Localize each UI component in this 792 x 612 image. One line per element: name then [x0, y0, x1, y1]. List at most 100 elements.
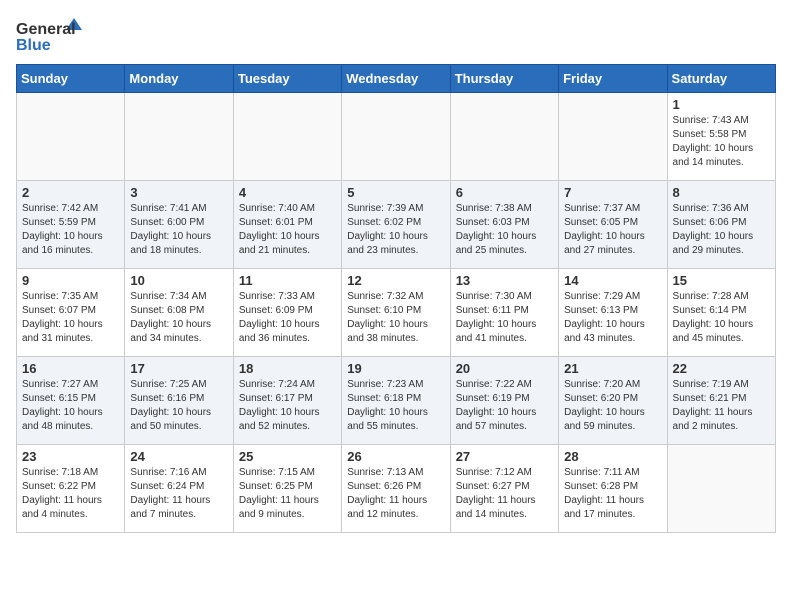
day-number: 26: [347, 449, 444, 464]
day-info: Sunrise: 7:36 AM Sunset: 6:06 PM Dayligh…: [673, 202, 770, 258]
day-number: 27: [456, 449, 553, 464]
svg-text:General: General: [16, 21, 76, 38]
day-info: Sunrise: 7:25 AM Sunset: 6:16 PM Dayligh…: [130, 378, 227, 434]
calendar-header-row: SundayMondayTuesdayWednesdayThursdayFrid…: [17, 65, 776, 93]
day-info: Sunrise: 7:32 AM Sunset: 6:10 PM Dayligh…: [347, 290, 444, 346]
calendar-cell: 6 Sunrise: 7:38 AM Sunset: 6:03 PM Daylig…: [450, 181, 558, 269]
day-number: 6: [456, 185, 553, 200]
calendar-cell: 9 Sunrise: 7:35 AM Sunset: 6:07 PM Daylig…: [17, 269, 125, 357]
calendar-cell: 22Sunrise: 7:19 AM Sunset: 6:21 PM Dayli…: [667, 357, 775, 445]
day-number: 7: [564, 185, 661, 200]
day-number: 16: [22, 361, 119, 376]
calendar-cell: 3 Sunrise: 7:41 AM Sunset: 6:00 PM Daylig…: [125, 181, 233, 269]
day-number: 28: [564, 449, 661, 464]
day-info: Sunrise: 7:16 AM Sunset: 6:24 PM Dayligh…: [130, 466, 227, 522]
calendar-cell: 1 Sunrise: 7:43 AM Sunset: 5:58 PM Daylig…: [667, 93, 775, 181]
calendar-cell: 14Sunrise: 7:29 AM Sunset: 6:13 PM Dayli…: [559, 269, 667, 357]
calendar-week-row: 23 Sunrise: 7:18 AM Sunset: 6:22 PM Dayli…: [17, 445, 776, 533]
calendar-cell: 15 Sunrise: 7:28 AM Sunset: 6:14 PM Dayli…: [667, 269, 775, 357]
calendar-cell: 17 Sunrise: 7:25 AM Sunset: 6:16 PM Dayli…: [125, 357, 233, 445]
calendar-cell: 21Sunrise: 7:20 AM Sunset: 6:20 PM Dayli…: [559, 357, 667, 445]
day-info: Sunrise: 7:34 AM Sunset: 6:08 PM Dayligh…: [130, 290, 227, 346]
weekday-header-thursday: Thursday: [450, 65, 558, 93]
day-info: Sunrise: 7:12 AM Sunset: 6:27 PM Dayligh…: [456, 466, 553, 522]
calendar-cell: 18 Sunrise: 7:24 AM Sunset: 6:17 PM Dayli…: [233, 357, 341, 445]
calendar-cell: 10 Sunrise: 7:34 AM Sunset: 6:08 PM Dayli…: [125, 269, 233, 357]
calendar-week-row: 2Sunrise: 7:42 AM Sunset: 5:59 PM Daylig…: [17, 181, 776, 269]
svg-text:Blue: Blue: [16, 37, 51, 54]
day-number: 11: [239, 273, 336, 288]
calendar-table: SundayMondayTuesdayWednesdayThursdayFrid…: [16, 64, 776, 533]
day-number: 24: [130, 449, 227, 464]
day-info: Sunrise: 7:22 AM Sunset: 6:19 PM Dayligh…: [456, 378, 553, 434]
weekday-header-friday: Friday: [559, 65, 667, 93]
day-number: 14: [564, 273, 661, 288]
weekday-header-sunday: Sunday: [17, 65, 125, 93]
day-number: 3: [130, 185, 227, 200]
day-number: 21: [564, 361, 661, 376]
calendar-cell: 5Sunrise: 7:39 AM Sunset: 6:02 PM Daylig…: [342, 181, 450, 269]
calendar-week-row: 16 Sunrise: 7:27 AM Sunset: 6:15 PM Dayli…: [17, 357, 776, 445]
logo: GeneralBlue: [16, 16, 96, 56]
calendar-cell: [17, 93, 125, 181]
calendar-cell: [233, 93, 341, 181]
logo-svg: GeneralBlue: [16, 16, 96, 56]
calendar-cell: 8 Sunrise: 7:36 AM Sunset: 6:06 PM Daylig…: [667, 181, 775, 269]
day-info: Sunrise: 7:28 AM Sunset: 6:14 PM Dayligh…: [673, 290, 770, 346]
calendar-cell: 13 Sunrise: 7:30 AM Sunset: 6:11 PM Dayli…: [450, 269, 558, 357]
calendar-cell: 11 Sunrise: 7:33 AM Sunset: 6:09 PM Dayli…: [233, 269, 341, 357]
day-info: Sunrise: 7:19 AM Sunset: 6:21 PM Dayligh…: [673, 378, 770, 434]
calendar-cell: 20Sunrise: 7:22 AM Sunset: 6:19 PM Dayli…: [450, 357, 558, 445]
day-number: 23: [22, 449, 119, 464]
weekday-header-monday: Monday: [125, 65, 233, 93]
day-info: Sunrise: 7:35 AM Sunset: 6:07 PM Dayligh…: [22, 290, 119, 346]
day-info: Sunrise: 7:38 AM Sunset: 6:03 PM Dayligh…: [456, 202, 553, 258]
calendar-cell: [342, 93, 450, 181]
day-number: 9: [22, 273, 119, 288]
calendar-cell: [667, 445, 775, 533]
calendar-cell: 19 Sunrise: 7:23 AM Sunset: 6:18 PM Dayli…: [342, 357, 450, 445]
calendar-cell: 16 Sunrise: 7:27 AM Sunset: 6:15 PM Dayli…: [17, 357, 125, 445]
calendar-cell: 28Sunrise: 7:11 AM Sunset: 6:28 PM Dayli…: [559, 445, 667, 533]
day-number: 4: [239, 185, 336, 200]
calendar-cell: 24 Sunrise: 7:16 AM Sunset: 6:24 PM Dayli…: [125, 445, 233, 533]
calendar-cell: [559, 93, 667, 181]
calendar-cell: 27 Sunrise: 7:12 AM Sunset: 6:27 PM Dayli…: [450, 445, 558, 533]
weekday-header-wednesday: Wednesday: [342, 65, 450, 93]
calendar-cell: 4 Sunrise: 7:40 AM Sunset: 6:01 PM Daylig…: [233, 181, 341, 269]
day-number: 8: [673, 185, 770, 200]
day-info: Sunrise: 7:41 AM Sunset: 6:00 PM Dayligh…: [130, 202, 227, 258]
calendar-week-row: 9 Sunrise: 7:35 AM Sunset: 6:07 PM Daylig…: [17, 269, 776, 357]
day-info: Sunrise: 7:24 AM Sunset: 6:17 PM Dayligh…: [239, 378, 336, 434]
day-info: Sunrise: 7:27 AM Sunset: 6:15 PM Dayligh…: [22, 378, 119, 434]
calendar-cell: 25 Sunrise: 7:15 AM Sunset: 6:25 PM Dayli…: [233, 445, 341, 533]
day-info: Sunrise: 7:13 AM Sunset: 6:26 PM Dayligh…: [347, 466, 444, 522]
day-number: 10: [130, 273, 227, 288]
weekday-header-tuesday: Tuesday: [233, 65, 341, 93]
day-number: 17: [130, 361, 227, 376]
calendar-week-row: 1 Sunrise: 7:43 AM Sunset: 5:58 PM Daylig…: [17, 93, 776, 181]
calendar-cell: 23 Sunrise: 7:18 AM Sunset: 6:22 PM Dayli…: [17, 445, 125, 533]
day-info: Sunrise: 7:30 AM Sunset: 6:11 PM Dayligh…: [456, 290, 553, 346]
day-number: 18: [239, 361, 336, 376]
calendar-cell: 7 Sunrise: 7:37 AM Sunset: 6:05 PM Daylig…: [559, 181, 667, 269]
day-number: 15: [673, 273, 770, 288]
day-info: Sunrise: 7:23 AM Sunset: 6:18 PM Dayligh…: [347, 378, 444, 434]
day-number: 2: [22, 185, 119, 200]
calendar-cell: [125, 93, 233, 181]
day-info: Sunrise: 7:40 AM Sunset: 6:01 PM Dayligh…: [239, 202, 336, 258]
day-info: Sunrise: 7:15 AM Sunset: 6:25 PM Dayligh…: [239, 466, 336, 522]
day-info: Sunrise: 7:18 AM Sunset: 6:22 PM Dayligh…: [22, 466, 119, 522]
day-number: 25: [239, 449, 336, 464]
calendar-cell: 2Sunrise: 7:42 AM Sunset: 5:59 PM Daylig…: [17, 181, 125, 269]
day-number: 1: [673, 97, 770, 112]
day-number: 5: [347, 185, 444, 200]
calendar-cell: 12 Sunrise: 7:32 AM Sunset: 6:10 PM Dayli…: [342, 269, 450, 357]
day-number: 12: [347, 273, 444, 288]
day-number: 19: [347, 361, 444, 376]
day-number: 13: [456, 273, 553, 288]
day-info: Sunrise: 7:37 AM Sunset: 6:05 PM Dayligh…: [564, 202, 661, 258]
day-info: Sunrise: 7:43 AM Sunset: 5:58 PM Dayligh…: [673, 114, 770, 170]
calendar-cell: 26 Sunrise: 7:13 AM Sunset: 6:26 PM Dayli…: [342, 445, 450, 533]
day-info: Sunrise: 7:33 AM Sunset: 6:09 PM Dayligh…: [239, 290, 336, 346]
